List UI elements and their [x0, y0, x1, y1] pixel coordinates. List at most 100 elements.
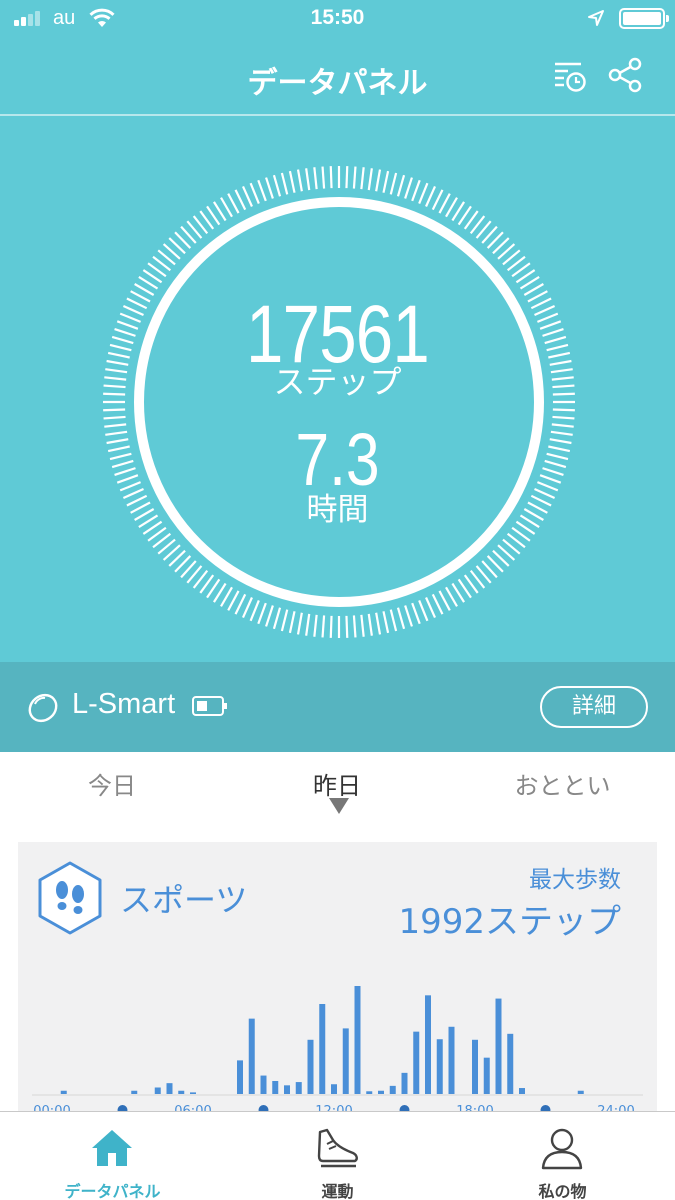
dial-tick	[411, 602, 421, 625]
person-icon	[541, 1128, 583, 1170]
dial-tick	[389, 609, 398, 632]
dial-tick	[227, 193, 240, 214]
tab-data-panel[interactable]: データパネル	[0, 1112, 225, 1200]
tab-day-before-yesterday[interactable]: おととい	[500, 766, 625, 801]
chart-bar	[295, 1082, 302, 1094]
device-bar: L-Smart 詳細	[0, 662, 675, 752]
chart-bar	[436, 1039, 443, 1094]
dial-tick	[431, 189, 444, 211]
dial-tick	[234, 189, 247, 211]
dial-tick	[438, 193, 451, 214]
dial-tick	[329, 166, 333, 189]
dial-tick	[280, 172, 289, 195]
tab-yesterday[interactable]: 昨日	[287, 766, 387, 801]
chart-bar	[366, 1091, 373, 1094]
chart-bar	[260, 1075, 267, 1094]
chart-bar	[131, 1090, 138, 1094]
dial-tick	[375, 612, 382, 635]
tab-my-items[interactable]: 私の物	[450, 1112, 675, 1200]
dial-tick	[288, 170, 296, 193]
share-icon[interactable]	[606, 56, 644, 94]
detail-button[interactable]: 詳細	[540, 686, 648, 728]
chart-bar	[507, 1033, 514, 1094]
day-tabs: 今日 昨日 おととい	[0, 752, 675, 837]
chart-bar	[248, 1018, 255, 1094]
chart-bar	[378, 1090, 384, 1094]
dial-tick	[389, 172, 398, 195]
chart-bar	[483, 1057, 490, 1094]
dial-tick	[296, 612, 303, 635]
dial-tick	[234, 593, 247, 615]
chart-bar	[495, 998, 502, 1094]
dial-tick	[272, 174, 282, 197]
dial-tick	[438, 590, 451, 611]
dial-tick	[367, 168, 373, 191]
chart-bar	[401, 1072, 408, 1094]
dial-tick	[305, 168, 311, 191]
dial-tick	[404, 177, 413, 199]
dial-tick	[242, 597, 253, 619]
dial-tick	[552, 408, 575, 412]
home-icon	[92, 1130, 132, 1166]
chart-bar	[342, 1028, 349, 1094]
dial-tick	[367, 613, 373, 636]
selected-tab-indicator	[329, 798, 349, 814]
dial-tick	[382, 611, 390, 634]
chart-bar	[272, 1080, 279, 1094]
tab-exercise[interactable]: 運動	[225, 1112, 450, 1200]
chart-bar	[166, 1083, 173, 1094]
location-arrow-icon	[588, 10, 604, 26]
dial-tick	[296, 169, 303, 192]
dial-tick	[313, 167, 318, 190]
tab-label: データパネル	[64, 1182, 161, 1200]
chart-bar	[60, 1090, 67, 1094]
dial-tick	[404, 605, 413, 627]
dial-tick	[329, 615, 333, 638]
dial-tick	[265, 177, 274, 199]
chart-bar	[154, 1087, 161, 1094]
dial-tick	[249, 182, 260, 204]
dial-tick	[418, 600, 429, 622]
dial-tick	[352, 615, 357, 638]
chart-bar	[389, 1085, 396, 1094]
dial-tick	[265, 605, 274, 627]
dial-tick	[280, 609, 289, 632]
dial-tick	[411, 179, 421, 202]
dial-tick	[288, 611, 296, 634]
dial-tick	[352, 166, 357, 189]
chart-bar	[284, 1085, 290, 1094]
device-battery-icon	[192, 696, 227, 716]
chart-bar	[577, 1090, 584, 1094]
chart-bar	[354, 986, 361, 1094]
dial-tick	[396, 607, 406, 630]
chart-bar	[307, 1039, 314, 1094]
dial-tick	[418, 182, 429, 204]
max-steps-label: 最大歩数	[529, 867, 621, 893]
dial-tick	[242, 185, 253, 207]
dial-tick	[360, 167, 365, 190]
status-time: 15:50	[310, 6, 365, 29]
wearable-device-icon	[28, 693, 58, 723]
battery-icon	[619, 8, 669, 29]
tab-today[interactable]: 今日	[62, 766, 162, 801]
dial-tick	[425, 185, 436, 207]
nav-divider	[0, 114, 675, 116]
max-steps-value: 1992ステップ	[398, 902, 621, 942]
dial-tick	[396, 174, 406, 197]
sports-card[interactable]: 00:0006:0012:0018:0024:00 スポーツ 最大歩数 1992…	[18, 842, 657, 1122]
history-list-icon[interactable]	[552, 58, 588, 94]
sports-title: スポーツ	[120, 881, 248, 919]
dial-tick	[257, 179, 267, 202]
dial-tick	[313, 614, 318, 637]
dial-tick	[227, 590, 240, 611]
progress-dial	[103, 166, 575, 638]
chart-bar	[425, 995, 431, 1094]
dial-tick	[321, 615, 326, 638]
dial-ticks	[103, 166, 575, 638]
chart-bar	[178, 1090, 185, 1094]
chart-bar	[472, 1039, 478, 1094]
tab-label: 運動	[321, 1182, 354, 1200]
dial-tick	[249, 600, 260, 622]
dial-tick	[375, 169, 382, 192]
dial-tick	[425, 597, 436, 619]
